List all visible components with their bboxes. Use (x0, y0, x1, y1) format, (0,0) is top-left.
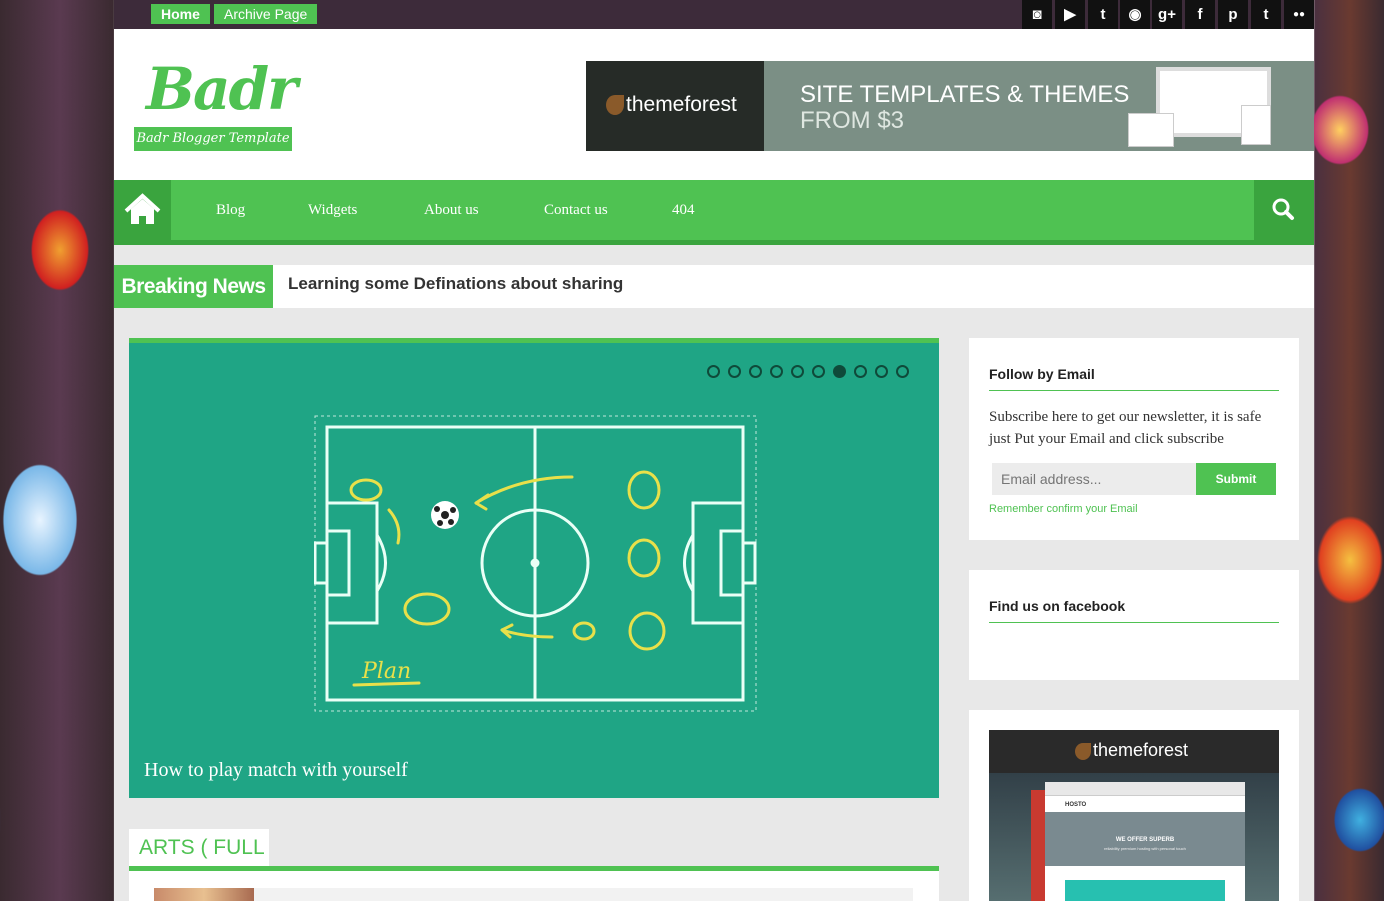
breaking-news-bar: Breaking News Learning some Definations … (114, 265, 1314, 308)
email-confirm-note: Remember confirm your Email (989, 503, 1138, 515)
nav-item-widgets[interactable]: Widgets (308, 180, 357, 240)
follow-by-email-widget: Follow by Email Subscribe here to get ou… (969, 338, 1299, 540)
banner-subline: FROM $3 (800, 107, 905, 134)
google-plus-icon[interactable]: g+ (1152, 0, 1182, 29)
tumblr-icon[interactable]: t (1251, 0, 1281, 29)
nav-item-about[interactable]: About us (424, 180, 479, 240)
slider-dot[interactable] (707, 365, 720, 378)
youtube-icon[interactable]: ▶ (1055, 0, 1085, 29)
browser-toolbar (1045, 782, 1245, 796)
post-thumbnail[interactable] (154, 888, 254, 901)
mockup-subheading: reliability premium hosting with persona… (1104, 846, 1186, 851)
logo-tagline: Badr Blogger Template (134, 127, 292, 151)
slider-dot[interactable] (812, 365, 825, 378)
pinterest-icon[interactable]: p (1218, 0, 1248, 29)
logo-text[interactable]: Badr (146, 55, 298, 123)
top-link-archive[interactable]: Archive Page (214, 4, 318, 24)
mockup-brand: HOSTO (1065, 802, 1087, 808)
slider-dot[interactable] (875, 365, 888, 378)
breaking-news-headline[interactable]: Learning some Definations about sharing (288, 265, 623, 303)
leaf-icon (1075, 742, 1091, 760)
flickr-icon[interactable]: ●● (1284, 0, 1314, 29)
home-button[interactable] (114, 180, 171, 240)
leaf-icon (606, 95, 624, 116)
themeforest-logo: themeforest (606, 93, 737, 117)
mockup-heading: WE OFFER SUPERB (1115, 837, 1175, 843)
banner-laptop-graphic (1128, 113, 1174, 147)
email-field[interactable] (992, 463, 1196, 495)
facebook-widget: Find us on facebook (969, 570, 1299, 680)
nav-item-contact[interactable]: Contact us (544, 180, 608, 240)
header-ad-banner[interactable]: themeforest SITE TEMPLATES & THEMES FROM… (586, 61, 1314, 151)
banner-brand-panel: themeforest (586, 61, 764, 151)
search-icon (1272, 198, 1294, 220)
slider-dot[interactable] (728, 365, 741, 378)
mockup-feature-strip (1065, 880, 1225, 901)
widget-title: Follow by Email (989, 366, 1095, 382)
site-header: Badr Badr Blogger Template themeforest S… (114, 29, 1314, 180)
github-icon[interactable]: ◉ (1120, 0, 1150, 29)
widget-title: Find us on facebook (989, 598, 1126, 614)
main-nav: Blog Widgets About us Contact us 404 (114, 180, 1314, 245)
browser-mockup: HOSTO WE OFFER SUPERB reliability premiu… (1045, 782, 1245, 901)
featured-slider[interactable]: Plan How to play match with yourself (129, 338, 939, 798)
banner-tablet-graphic (1241, 105, 1271, 145)
submit-button[interactable]: Submit (1196, 463, 1276, 495)
nav-item-404[interactable]: 404 (672, 180, 695, 240)
home-icon (124, 193, 161, 224)
twitter-icon[interactable]: t (1088, 0, 1118, 29)
widget-title-underline (989, 622, 1279, 623)
themeforest-logo: themeforest (1075, 740, 1188, 761)
widget-description: Subscribe here to get our newsletter, it… (989, 409, 1262, 447)
slider-dot[interactable] (833, 365, 846, 378)
slider-dot[interactable] (854, 365, 867, 378)
widget-title-underline (989, 390, 1279, 391)
top-link-home[interactable]: Home (151, 4, 210, 24)
slider-dot[interactable] (791, 365, 804, 378)
top-bar: Home Archive Page ◙ ▶ t ◉ g+ f p t ●● (114, 0, 1314, 29)
arts-section (129, 871, 939, 901)
slider-dot[interactable] (896, 365, 909, 378)
instagram-icon[interactable]: ◙ (1022, 0, 1052, 29)
sidebar-ad-banner[interactable]: themeforest HOSTO WE OFFER SUPERB reliab… (989, 730, 1279, 901)
section-title-arts[interactable]: ARTS ( FULL ) (129, 829, 269, 896)
banner-headline: SITE TEMPLATES & THEMES (800, 81, 1130, 108)
post-preview (254, 888, 913, 901)
mockup-hero: WE OFFER SUPERB reliability premium host… (1045, 812, 1245, 866)
search-button[interactable] (1254, 180, 1314, 240)
breaking-news-label: Breaking News (114, 265, 273, 308)
plan-text: Plan (361, 659, 411, 684)
sidebar-ad-widget: themeforest HOSTO WE OFFER SUPERB reliab… (969, 710, 1299, 901)
facebook-icon[interactable]: f (1185, 0, 1215, 29)
football-tactics-image[interactable]: Plan (314, 415, 757, 712)
nav-item-blog[interactable]: Blog (216, 180, 245, 240)
slider-dot[interactable] (749, 365, 762, 378)
slide-title[interactable]: How to play match with yourself (144, 759, 408, 782)
slider-dot[interactable] (770, 365, 783, 378)
mockup-side-panel (1031, 790, 1045, 901)
